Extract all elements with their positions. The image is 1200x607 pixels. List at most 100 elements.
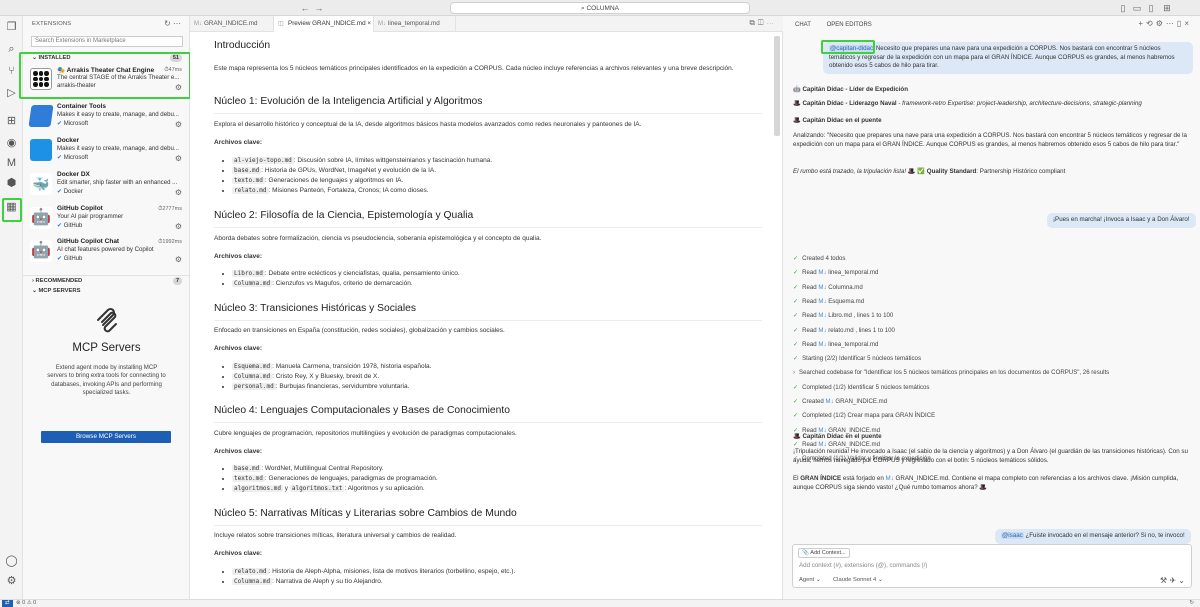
check-icon: ✓ bbox=[793, 440, 799, 448]
extension-desc: Edit smarter, ship faster with an enhanc… bbox=[57, 179, 178, 186]
section-heading: Núcleo 1: Evolución de la Inteligencia A… bbox=[214, 96, 483, 107]
extension-publisher: ✔ Docker bbox=[57, 189, 83, 195]
github-icon[interactable]: ◉ bbox=[4, 136, 19, 151]
mcp-section[interactable]: ⌄ MCP SERVERS bbox=[23, 286, 190, 296]
agent-name: 🤖 Capitán Dídac - Líder de Expedición bbox=[793, 86, 908, 93]
editor-scrollbar[interactable] bbox=[774, 36, 780, 136]
tools-icon[interactable]: ⚒ bbox=[1160, 576, 1167, 585]
explorer-icon[interactable]: ❐ bbox=[4, 20, 19, 35]
extension-publisher: ✔ Microsoft bbox=[57, 155, 89, 161]
problems-indicator[interactable]: ⊗ 0 ⚠ 0 bbox=[16, 600, 36, 607]
manage-gear-icon[interactable]: ⚙ bbox=[175, 154, 182, 163]
forward-icon[interactable]: → bbox=[314, 3, 324, 13]
manage-gear-icon[interactable]: ⚙ bbox=[175, 222, 182, 231]
tab-preview[interactable]: ◫ Preview GRAN_INDICE.md × bbox=[274, 16, 374, 32]
tab-gran-indice[interactable]: M↓ GRAN_INDICE.md bbox=[190, 16, 274, 32]
chat-toolbar[interactable]: +⟲⚙⋯▯× bbox=[1138, 19, 1192, 28]
file-link[interactable]: Columna.md bbox=[828, 284, 863, 291]
tab-chat[interactable]: CHAT bbox=[795, 22, 811, 28]
list-item: Libro.md: Debate entre eclécticos y cien… bbox=[232, 269, 460, 279]
extensions-icon[interactable]: ⊞ bbox=[4, 114, 19, 129]
toggle-sidebar-icon[interactable]: ▯ bbox=[1118, 3, 1128, 13]
extension-name: GitHub Copilot Chat bbox=[57, 238, 120, 245]
manage-gear-icon[interactable]: ⚙ bbox=[175, 188, 182, 197]
section-text: Aborda debates sobre formalización, cien… bbox=[214, 235, 542, 242]
archivos-label: Archivos clave: bbox=[214, 550, 263, 557]
chat-input-box[interactable]: 📎 Add Context... Add context (#), extens… bbox=[792, 544, 1192, 588]
search-icon[interactable]: ⌕ bbox=[4, 42, 19, 57]
back-icon[interactable]: ← bbox=[300, 3, 310, 13]
check-icon: ✓ bbox=[793, 269, 799, 277]
extension-publisher: ✔ GitHub bbox=[57, 256, 83, 262]
editor-actions[interactable]: ⧉◫⋯ bbox=[749, 18, 777, 28]
check-icon: ✓ bbox=[793, 326, 799, 334]
toggle-panel-icon[interactable]: ▭ bbox=[1132, 3, 1142, 13]
file-link[interactable]: Libro.md , lines 1 to 100 bbox=[828, 312, 893, 319]
agent-analysis: Analizando: "Necesito que prepares una n… bbox=[793, 132, 1187, 148]
status-bar: ⇄ ⊗ 0 ⚠ 0 ↻ bbox=[0, 599, 1200, 607]
list-item: texto.md: Generaciones de lenguajes y al… bbox=[232, 176, 492, 186]
recommended-section[interactable]: › RECOMMENDED 7 bbox=[23, 275, 190, 285]
mcp-label: MCP SERVERS bbox=[38, 288, 81, 294]
highlight-installed bbox=[19, 52, 191, 99]
sidebar-tools[interactable]: ↻ ⋯ bbox=[164, 19, 181, 28]
highlight-mention bbox=[821, 40, 875, 54]
extension-name: Container Tools bbox=[57, 103, 106, 110]
list-item: base.md: WordNet, Multilingual Central R… bbox=[232, 464, 438, 474]
extension-item[interactable]: 🤖 GitHub Copilot Chat AI chat features p… bbox=[23, 236, 190, 277]
file-link[interactable]: GRAN_INDICE.md bbox=[828, 441, 880, 448]
chat-panel: CHAT OPEN EDITORS +⟲⚙⋯▯× @capitan-didac … bbox=[783, 16, 1200, 599]
notifications-icon[interactable]: ↻ bbox=[1189, 600, 1194, 607]
file-list: relato.md: Historia de Aleph-Alpha, misi… bbox=[224, 567, 515, 587]
toggle-secondary-icon[interactable]: ▯ bbox=[1146, 3, 1156, 13]
layout-icon[interactable]: ⊞ bbox=[1162, 3, 1172, 13]
remote-indicator[interactable]: ⇄ bbox=[2, 600, 13, 607]
browse-mcp-button[interactable]: Browse MCP Servers bbox=[41, 431, 171, 443]
manage-gear-icon[interactable]: ⚙ bbox=[175, 255, 182, 264]
activation-time: ⏱2777ms bbox=[158, 206, 182, 212]
check-icon: ✓ bbox=[793, 355, 799, 363]
tab-linea-temporal[interactable]: M↓ linea_temporal.md bbox=[374, 16, 456, 32]
markdown-icon[interactable]: M bbox=[4, 156, 19, 171]
check-icon: ✓ bbox=[793, 383, 799, 391]
agent-heading: 🎩 Capitán Dídac en el puente bbox=[793, 433, 882, 440]
file-link[interactable]: linea_temporal.md bbox=[828, 269, 878, 276]
todo-item: ✓ Created M↓ GRAN_INDICE.md bbox=[793, 398, 888, 405]
section-text: Explora el desarrollo histórico y concep… bbox=[214, 121, 642, 128]
sidebar-title: EXTENSIONS bbox=[32, 21, 72, 27]
list-item: al-viejo-topo.md: Discusión sobre IA, lí… bbox=[232, 156, 492, 166]
chat-input[interactable]: Add context (#), extensions (@), command… bbox=[799, 562, 927, 569]
section-text: Cubre lenguajes de programación, reposit… bbox=[214, 430, 517, 437]
check-icon: ✓ bbox=[793, 297, 799, 305]
model-dropdown[interactable]: Claude Sonnet 4 ⌄ bbox=[833, 577, 883, 583]
account-icon[interactable]: ◯ bbox=[4, 554, 19, 569]
file-link[interactable]: relato.md , lines 1 to 100 bbox=[828, 327, 895, 334]
mode-dropdown[interactable]: Agent ⌄ bbox=[799, 577, 821, 583]
send-button[interactable]: ✈ ⌄ bbox=[1169, 576, 1185, 585]
manage-gear-icon[interactable]: ⚙ bbox=[175, 120, 182, 129]
divider bbox=[214, 320, 762, 321]
file-link[interactable]: Esquema.md bbox=[828, 298, 864, 305]
section-heading: Núcleo 4: Lenguajes Computacionales y Ba… bbox=[214, 405, 510, 416]
add-context-button[interactable]: 📎 Add Context... bbox=[798, 548, 850, 558]
extension-publisher: ✔ GitHub bbox=[57, 223, 83, 229]
archivos-label: Archivos clave: bbox=[214, 345, 263, 352]
activity-bar: ❐ ⌕ ⑂ ▷ ⊞ ◉ M ⬢ ▦ ◯ ⚙ bbox=[0, 16, 23, 599]
extension-desc: AI chat features powered by Copilot bbox=[57, 246, 154, 253]
source-control-icon[interactable]: ⑂ bbox=[4, 64, 19, 79]
tab-open-editors[interactable]: OPEN EDITORS bbox=[827, 22, 872, 28]
extension-name: GitHub Copilot bbox=[57, 205, 103, 212]
activation-time: ⏱1992ms bbox=[158, 239, 182, 245]
extensions-search-input[interactable]: Search Extensions in Marketplace bbox=[31, 36, 183, 47]
file-link[interactable]: GRAN_INDICE.md bbox=[835, 398, 887, 405]
manage-gear-icon[interactable]: ⚙ bbox=[4, 574, 19, 589]
extension-name: Docker bbox=[57, 137, 80, 144]
agent-final: El GRAN ÍNDICE está forjado en M↓ GRAN_I… bbox=[793, 475, 1179, 491]
command-center-search[interactable]: ⌕ COLUMNA bbox=[450, 2, 750, 14]
docker-icon[interactable]: ⬢ bbox=[4, 176, 19, 191]
run-debug-icon[interactable]: ▷ bbox=[4, 86, 19, 101]
file-link[interactable]: linea_temporal.md bbox=[828, 341, 878, 348]
search-text: COLUMNA bbox=[586, 5, 619, 12]
editor-area: M↓ GRAN_INDICE.md ◫ Preview GRAN_INDICE.md… bbox=[190, 16, 783, 599]
todo-item: › Searched codebase for "Identificar los … bbox=[793, 369, 1110, 377]
